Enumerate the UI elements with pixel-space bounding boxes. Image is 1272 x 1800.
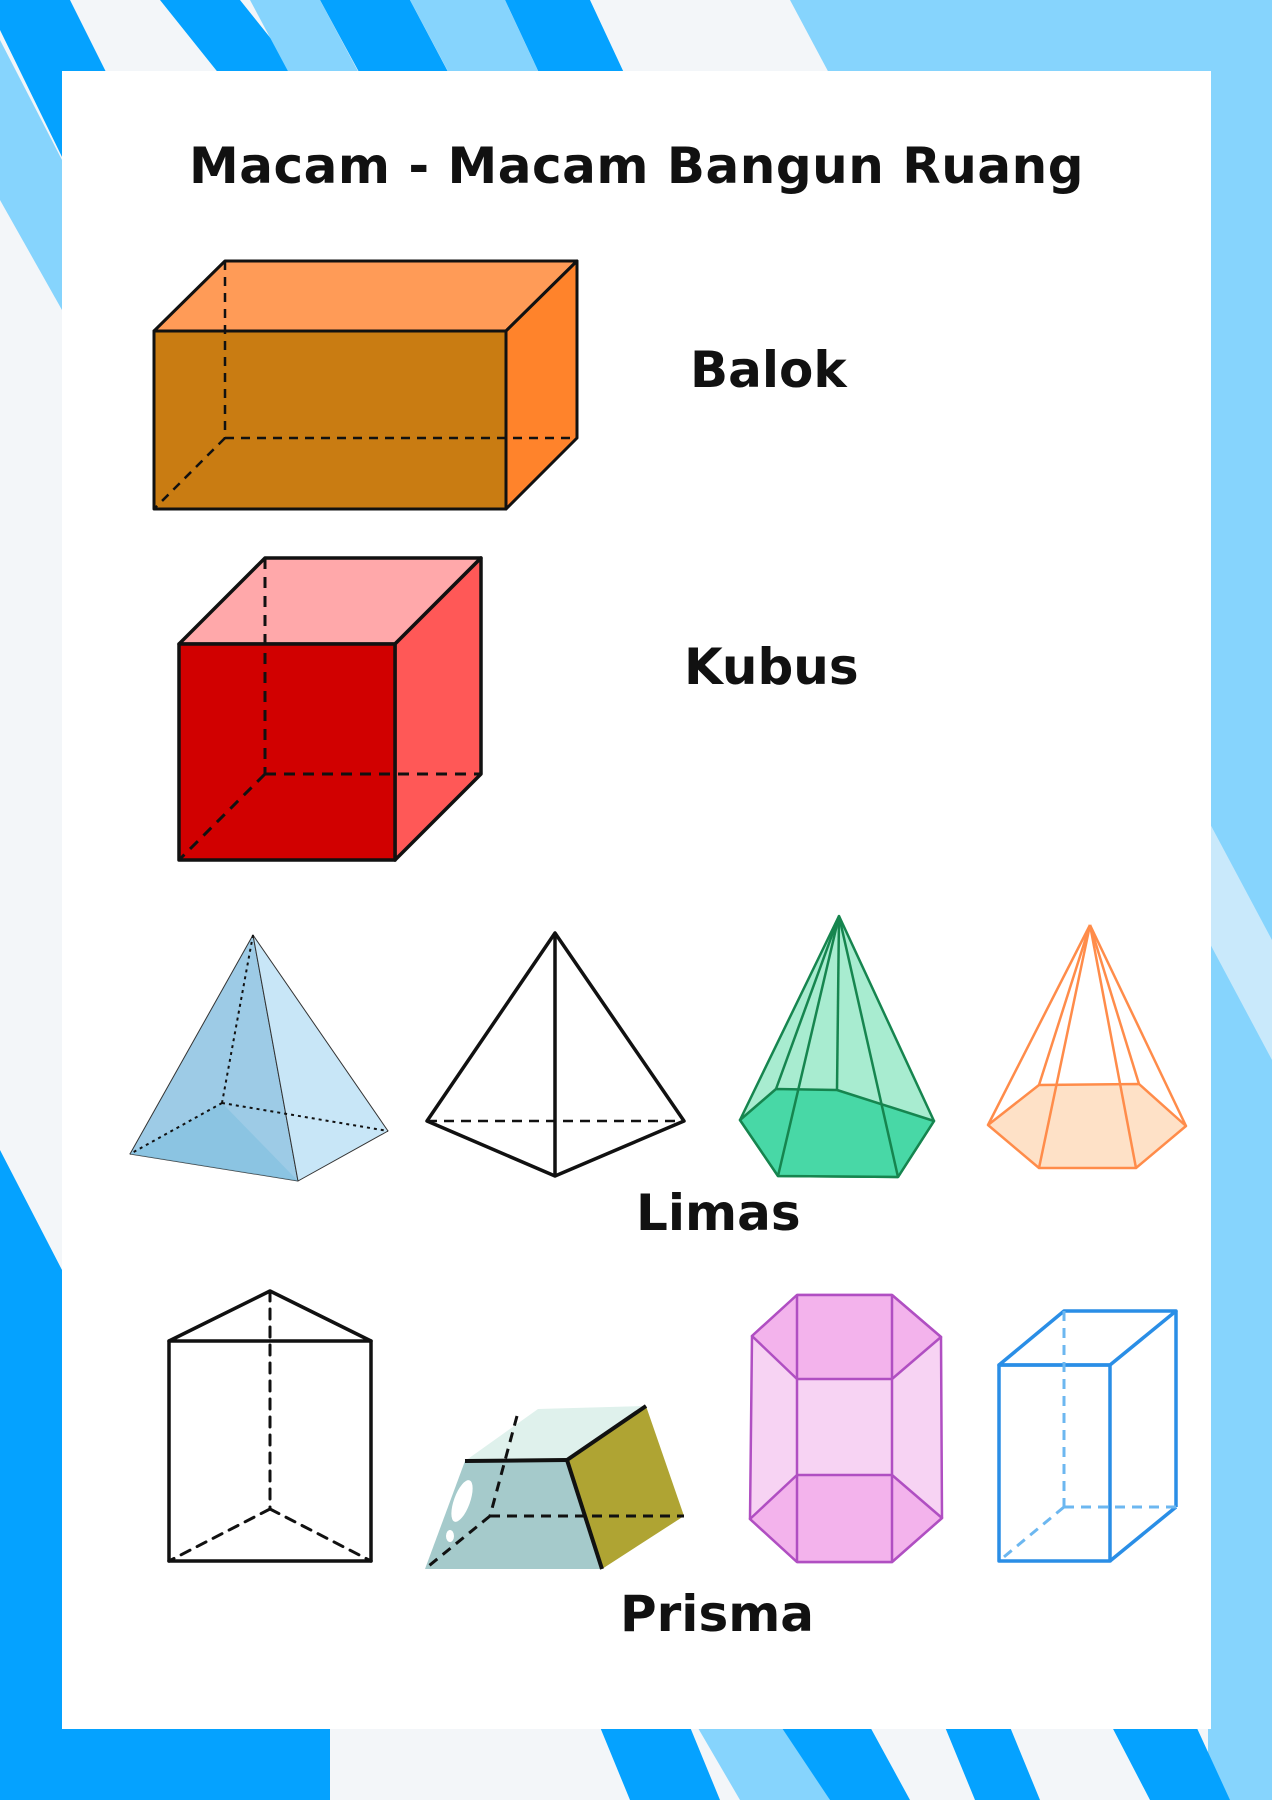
limas-hexagonal-pyramid-orange — [986, 924, 1188, 1170]
limas-triangular-pyramid-outline — [425, 931, 686, 1178]
kubus-cube-illustration — [177, 556, 483, 862]
prisma-rectangular-prism-blue — [997, 1309, 1178, 1563]
prisma-trapezoid-prism — [424, 1404, 684, 1571]
limas-square-pyramid-blue — [129, 934, 389, 1182]
limas-pentagonal-pyramid-green — [738, 914, 936, 1179]
content-card: Macam - Macam Bangun Ruang Balok Kubus L… — [62, 71, 1211, 1729]
shapes-canvas — [129, 259, 1188, 1571]
prisma-triangular-prism-outline — [167, 1289, 373, 1563]
balok-cuboid-illustration — [152, 259, 579, 511]
prisma-hexagonal-prism-pink — [748, 1293, 944, 1564]
